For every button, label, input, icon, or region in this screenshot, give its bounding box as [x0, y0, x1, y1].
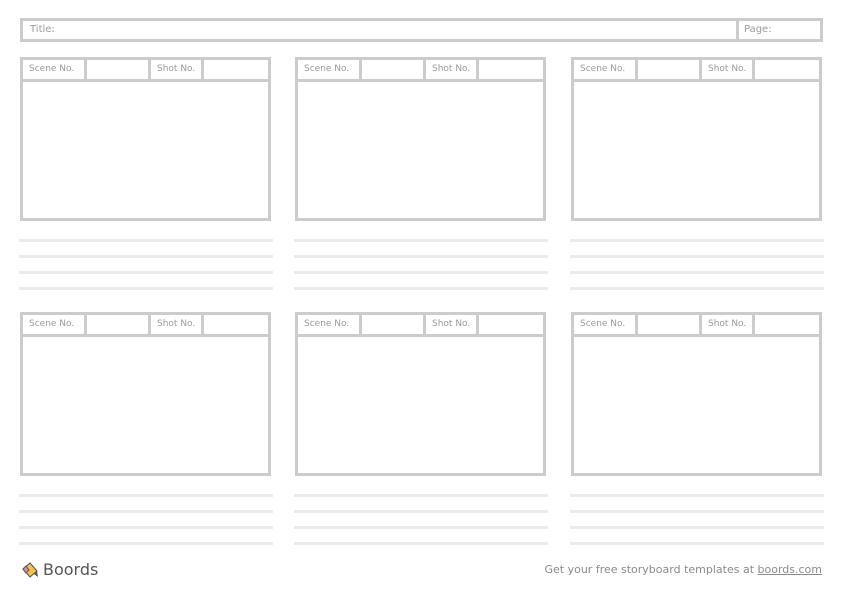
shot-label: Shot No. [426, 60, 479, 79]
shot-label: Shot No. [151, 315, 204, 334]
note-line [570, 526, 824, 529]
scene-number-field[interactable] [638, 315, 702, 334]
notes-lines[interactable] [570, 494, 824, 558]
scene-label: Scene No. [574, 315, 638, 334]
notes-lines[interactable] [294, 239, 548, 303]
shot-number-field[interactable] [479, 60, 543, 79]
panel-header: Scene No. Shot No. [295, 57, 546, 79]
shot-number-field[interactable] [204, 315, 268, 334]
boords-link[interactable]: boords.com [758, 563, 822, 576]
note-line [19, 542, 273, 545]
scene-number-field[interactable] [87, 315, 151, 334]
shot-label: Shot No. [702, 315, 755, 334]
promo-text: Get your free storyboard templates at [544, 563, 758, 576]
brand-name: Boords [43, 560, 99, 579]
sketch-frame[interactable] [571, 334, 822, 476]
note-line [570, 239, 824, 242]
panel-header: Scene No. Shot No. [571, 312, 822, 334]
scene-number-field[interactable] [362, 315, 426, 334]
note-line [19, 271, 273, 274]
note-line [294, 287, 548, 290]
title-label: Title: [30, 24, 55, 35]
panel-header: Scene No. Shot No. [571, 57, 822, 79]
storyboard-panel: Scene No. Shot No. [571, 57, 822, 221]
shot-number-field[interactable] [204, 60, 268, 79]
shot-label: Shot No. [426, 315, 479, 334]
pencil-icon [22, 561, 38, 578]
note-line [294, 239, 548, 242]
notes-lines[interactable] [19, 239, 273, 303]
scene-label: Scene No. [23, 60, 87, 79]
note-line [19, 526, 273, 529]
panel-header: Scene No. Shot No. [20, 312, 271, 334]
shot-number-field[interactable] [755, 60, 819, 79]
title-bar: Title: Page: [20, 18, 823, 42]
scene-number-field[interactable] [362, 60, 426, 79]
note-line [570, 255, 824, 258]
storyboard-panel: Scene No. Shot No. [20, 57, 271, 221]
scene-label: Scene No. [298, 60, 362, 79]
note-line [19, 287, 273, 290]
note-line [19, 239, 273, 242]
sketch-frame[interactable] [295, 79, 546, 221]
note-line [19, 494, 273, 497]
note-line [294, 271, 548, 274]
note-line [570, 271, 824, 274]
storyboard-panel: Scene No. Shot No. [295, 312, 546, 476]
note-line [19, 255, 273, 258]
shot-label: Shot No. [702, 60, 755, 79]
boords-logo: Boords [21, 560, 98, 579]
storyboard-panel: Scene No. Shot No. [571, 312, 822, 476]
scene-label: Scene No. [574, 60, 638, 79]
footer-promo: Get your free storyboard templates at bo… [544, 563, 822, 576]
shot-label: Shot No. [151, 60, 204, 79]
page-label: Page: [744, 24, 772, 35]
scene-number-field[interactable] [87, 60, 151, 79]
storyboard-panel: Scene No. Shot No. [20, 312, 271, 476]
scene-number-field[interactable] [638, 60, 702, 79]
notes-lines[interactable] [19, 494, 273, 558]
sketch-frame[interactable] [20, 334, 271, 476]
note-line [570, 542, 824, 545]
sketch-frame[interactable] [20, 79, 271, 221]
panel-header: Scene No. Shot No. [295, 312, 546, 334]
note-line [294, 255, 548, 258]
note-line [294, 494, 548, 497]
page-field[interactable]: Page: [739, 21, 820, 39]
shot-number-field[interactable] [755, 315, 819, 334]
note-line [570, 494, 824, 497]
notes-lines[interactable] [570, 239, 824, 303]
sketch-frame[interactable] [295, 334, 546, 476]
note-line [294, 542, 548, 545]
scene-label: Scene No. [23, 315, 87, 334]
note-line [294, 510, 548, 513]
panel-header: Scene No. Shot No. [20, 57, 271, 79]
title-field[interactable]: Title: [23, 21, 739, 39]
note-line [570, 287, 824, 290]
scene-label: Scene No. [298, 315, 362, 334]
note-line [570, 510, 824, 513]
note-line [294, 526, 548, 529]
shot-number-field[interactable] [479, 315, 543, 334]
notes-lines[interactable] [294, 494, 548, 558]
note-line [19, 510, 273, 513]
sketch-frame[interactable] [571, 79, 822, 221]
storyboard-panel: Scene No. Shot No. [295, 57, 546, 221]
